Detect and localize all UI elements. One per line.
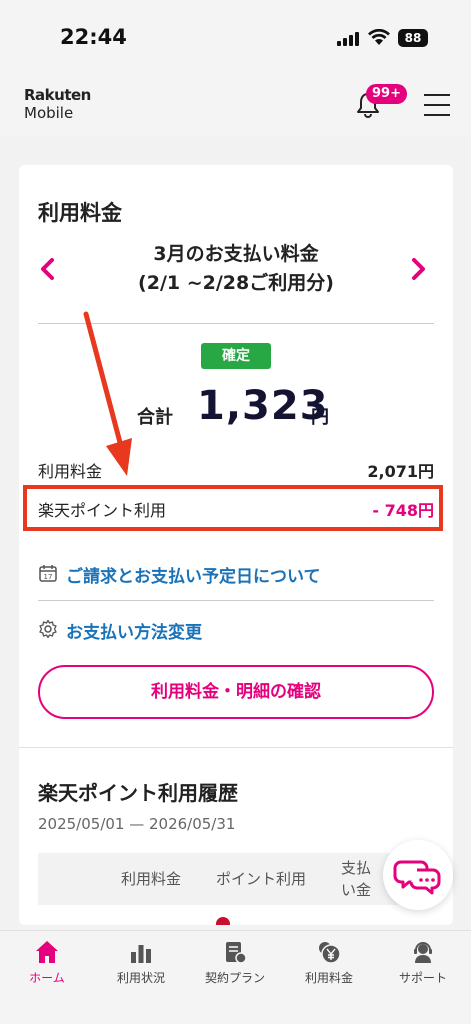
table-row [38, 913, 434, 925]
points-history-date-range: 2025/05/01 — 2026/05/31 [38, 815, 236, 833]
nav-label-home: ホーム [29, 971, 65, 985]
billing-detail-button[interactable]: 利用料金・明細の確認 [38, 665, 434, 719]
logo-top-text: Rakuten [24, 86, 91, 104]
logo-bottom-text: Mobile [24, 104, 74, 122]
billing-schedule-link[interactable]: 17 ご請求とお支払い予定日について [38, 561, 434, 587]
gear-icon [39, 619, 57, 639]
usage-fee-value: 2,071円 [367, 462, 434, 481]
billing-period: (2/1 ~2/28ご利用分) [138, 272, 334, 294]
rakuten-mobile-logo[interactable]: Rakuten Mobile [24, 88, 91, 121]
billing-schedule-link-text: ご請求とお支払い予定日について [66, 567, 321, 587]
section-divider [19, 747, 453, 748]
point-icon [216, 917, 230, 925]
nav-item-plan[interactable]: 契約プラン [188, 939, 282, 999]
billing-title: 利用料金 [38, 201, 122, 225]
payment-method-link[interactable]: お支払い方法変更 [38, 617, 434, 643]
notification-badge: 99+ [366, 84, 407, 104]
battery-indicator: 88 [398, 29, 428, 47]
nav-item-support[interactable]: サポート [376, 939, 470, 999]
nav-label-plan: 契約プラン [204, 971, 265, 985]
total-amount: 1,323 [197, 383, 329, 429]
annotation-arrow [83, 311, 132, 476]
billing-month-title: 3月のお支払い料金 [153, 243, 319, 265]
chat-bubble-icon [393, 860, 441, 895]
yen-coin-icon [319, 942, 341, 964]
total-unit: 円 [311, 407, 329, 428]
nav-item-usage[interactable]: 利用状況 [94, 939, 188, 999]
column-header-point-usage: ポイント利用 [216, 870, 307, 888]
hamburger-menu-icon[interactable] [424, 94, 450, 116]
status-bar: 22:44 88 [0, 0, 471, 74]
chat-button[interactable] [383, 840, 453, 910]
wifi-icon [368, 29, 390, 45]
column-header-payment: 支払い金 [341, 859, 372, 899]
total-label: 合計 [137, 407, 173, 428]
chevron-left-icon[interactable] [39, 257, 55, 281]
points-history-table-header: 利用料金 ポイント利用 支払い金 [38, 853, 434, 905]
divider [38, 600, 434, 601]
home-icon [36, 941, 58, 963]
payment-method-link-text: お支払い方法変更 [66, 623, 202, 643]
nav-label-billing: 利用料金 [304, 971, 353, 985]
calendar-icon: 17 [39, 565, 57, 582]
billing-card: 利用料金 3月のお支払い料金 (2/1 ~2/28ご利用分) 確定 合計 1,3… [19, 165, 453, 925]
headset-support-icon [414, 942, 432, 963]
app-header: Rakuten Mobile 99+ [0, 74, 471, 136]
column-header-usage-fee: 利用料金 [121, 870, 182, 888]
nav-item-billing[interactable]: 利用料金 [282, 939, 376, 999]
chevron-right-icon[interactable] [411, 257, 427, 281]
nav-label-usage: 利用状況 [116, 971, 165, 985]
status-time: 22:44 [60, 25, 127, 49]
nav-item-home[interactable]: ホーム [0, 939, 94, 999]
status-badge: 確定 [201, 343, 271, 369]
contract-document-icon [226, 942, 247, 964]
point-usage-value: - 748円 [372, 501, 434, 520]
nav-label-support: サポート [398, 971, 447, 985]
billing-month-heading: 3月のお支払い料金 (2/1 ~2/28ご利用分) [79, 240, 393, 298]
bar-chart-icon [131, 945, 151, 963]
point-usage-label: 楽天ポイント利用 [38, 501, 167, 520]
cellular-signal-icon [337, 30, 363, 46]
bottom-navigation: ホーム 利用状況 契約プラン 利用料金 サポート [0, 930, 471, 1024]
svg-text:17: 17 [44, 573, 53, 581]
points-history-title: 楽天ポイント利用履歴 [38, 781, 238, 805]
